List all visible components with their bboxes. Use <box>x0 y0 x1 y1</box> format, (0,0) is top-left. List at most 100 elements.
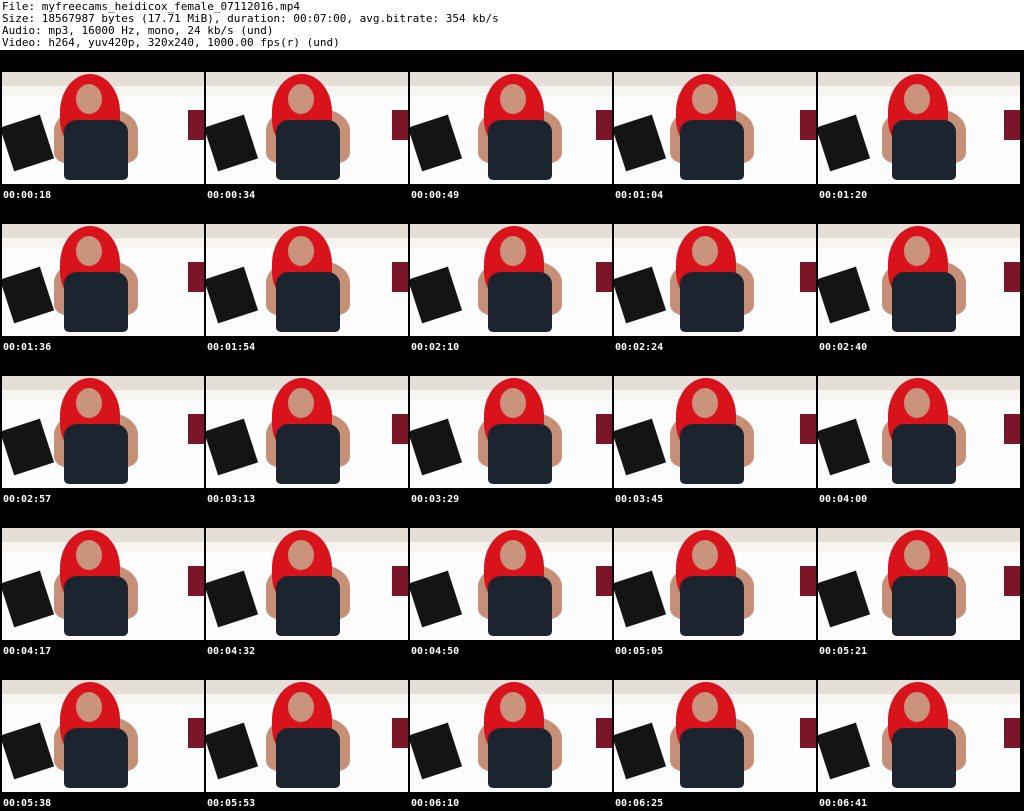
frame-red-pillow <box>800 110 816 140</box>
video-frame-thumbnail <box>614 680 816 792</box>
thumbnail-timestamp: 00:02:40 <box>819 342 868 353</box>
frame-figure-face <box>904 236 930 266</box>
frame-figure-dress <box>892 424 956 484</box>
thumbnail-timestamp: 00:00:34 <box>207 190 256 201</box>
frame-figure-face <box>76 84 102 114</box>
thumbnail-cell: 00:02:24 <box>612 202 816 354</box>
frame-figure-face <box>500 236 526 266</box>
video-frame-thumbnail <box>2 224 204 336</box>
frame-figure-face <box>500 388 526 418</box>
frame-figure-dress <box>892 576 956 636</box>
video-frame-thumbnail <box>818 680 1020 792</box>
video-frame-thumbnail <box>206 376 408 488</box>
video-info-line: Video: h264, yuv420p, 320x240, 1000.00 f… <box>2 36 340 49</box>
frame-red-pillow <box>188 566 204 596</box>
frame-figure-face <box>76 388 102 418</box>
frame-figure-dress <box>680 424 744 484</box>
frame-figure-face <box>692 388 718 418</box>
frame-figure-dress <box>680 576 744 636</box>
frame-red-pillow <box>188 110 204 140</box>
frame-figure-dress <box>680 120 744 180</box>
frame-figure-dress <box>488 424 552 484</box>
frame-red-pillow <box>596 414 612 444</box>
frame-red-pillow <box>392 718 408 748</box>
video-frame-thumbnail <box>2 376 204 488</box>
thumbnail-cell: 00:06:25 <box>612 658 816 810</box>
thumbnail-cell: 00:05:38 <box>0 658 204 810</box>
thumbnail-cell: 00:06:41 <box>816 658 1020 810</box>
frame-figure-dress <box>892 728 956 788</box>
frame-figure-face <box>692 84 718 114</box>
video-frame-thumbnail <box>410 72 612 184</box>
video-frame-thumbnail <box>206 72 408 184</box>
thumbnail-timestamp: 00:03:29 <box>411 494 460 505</box>
frame-figure-face <box>500 540 526 570</box>
thumbnail-cell: 00:00:18 <box>0 50 204 202</box>
frame-figure-dress <box>488 272 552 332</box>
frame-figure-dress <box>64 272 128 332</box>
frame-figure-face <box>288 236 314 266</box>
frame-figure-dress <box>488 728 552 788</box>
thumbnail-cell: 00:06:10 <box>408 658 612 810</box>
thumbnail-cell: 00:04:50 <box>408 506 612 658</box>
info-header: File: myfreecams_heidicox_female_0711201… <box>0 0 1024 50</box>
frame-figure-face <box>692 692 718 722</box>
frame-red-pillow <box>800 718 816 748</box>
video-frame-thumbnail <box>410 224 612 336</box>
thumbnail-cell: 00:03:29 <box>408 354 612 506</box>
frame-figure-dress <box>276 576 340 636</box>
video-frame-thumbnail <box>818 224 1020 336</box>
thumbnail-cell: 00:05:53 <box>204 658 408 810</box>
thumbnail-cell: 00:01:54 <box>204 202 408 354</box>
frame-figure-face <box>904 388 930 418</box>
thumbnail-timestamp: 00:05:38 <box>3 798 52 809</box>
frame-red-pillow <box>800 414 816 444</box>
thumbnail-timestamp: 00:05:21 <box>819 646 868 657</box>
thumbnail-timestamp: 00:06:25 <box>615 798 664 809</box>
thumbnail-cell: 00:04:32 <box>204 506 408 658</box>
thumbnail-timestamp: 00:00:18 <box>3 190 52 201</box>
frame-red-pillow <box>392 414 408 444</box>
thumbnail-timestamp: 00:01:36 <box>3 342 52 353</box>
frame-red-pillow <box>1004 262 1020 292</box>
frame-figure-dress <box>64 728 128 788</box>
frame-red-pillow <box>1004 414 1020 444</box>
frame-figure-face <box>692 236 718 266</box>
frame-red-pillow <box>188 262 204 292</box>
frame-figure-dress <box>64 576 128 636</box>
thumbnail-timestamp: 00:02:24 <box>615 342 664 353</box>
frame-figure-dress <box>892 272 956 332</box>
frame-figure-dress <box>276 272 340 332</box>
frame-figure-face <box>76 692 102 722</box>
thumbnail-cell: 00:03:45 <box>612 354 816 506</box>
thumbnail-cell: 00:05:21 <box>816 506 1020 658</box>
frame-figure-face <box>500 84 526 114</box>
frame-figure-face <box>76 540 102 570</box>
frame-red-pillow <box>188 414 204 444</box>
thumbnail-cell: 00:02:57 <box>0 354 204 506</box>
frame-figure-dress <box>276 424 340 484</box>
frame-red-pillow <box>596 566 612 596</box>
thumbnail-cell: 00:01:04 <box>612 50 816 202</box>
thumbnail-timestamp: 00:02:10 <box>411 342 460 353</box>
thumbnail-timestamp: 00:00:49 <box>411 190 460 201</box>
video-frame-thumbnail <box>614 528 816 640</box>
thumbnail-timestamp: 00:04:50 <box>411 646 460 657</box>
thumbnail-timestamp: 00:03:45 <box>615 494 664 505</box>
thumbnail-cell: 00:02:40 <box>816 202 1020 354</box>
frame-figure-dress <box>892 120 956 180</box>
frame-figure-dress <box>64 424 128 484</box>
thumbnail-cell: 00:00:49 <box>408 50 612 202</box>
thumbnail-timestamp: 00:04:32 <box>207 646 256 657</box>
frame-figure-face <box>288 388 314 418</box>
thumbnail-timestamp: 00:04:17 <box>3 646 52 657</box>
video-frame-thumbnail <box>614 376 816 488</box>
frame-red-pillow <box>392 566 408 596</box>
thumbnail-cell: 00:01:36 <box>0 202 204 354</box>
frame-figure-dress <box>64 120 128 180</box>
thumbnail-cell: 00:00:34 <box>204 50 408 202</box>
frame-figure-face <box>500 692 526 722</box>
thumbnail-timestamp: 00:01:54 <box>207 342 256 353</box>
frame-figure-dress <box>276 728 340 788</box>
frame-red-pillow <box>1004 110 1020 140</box>
